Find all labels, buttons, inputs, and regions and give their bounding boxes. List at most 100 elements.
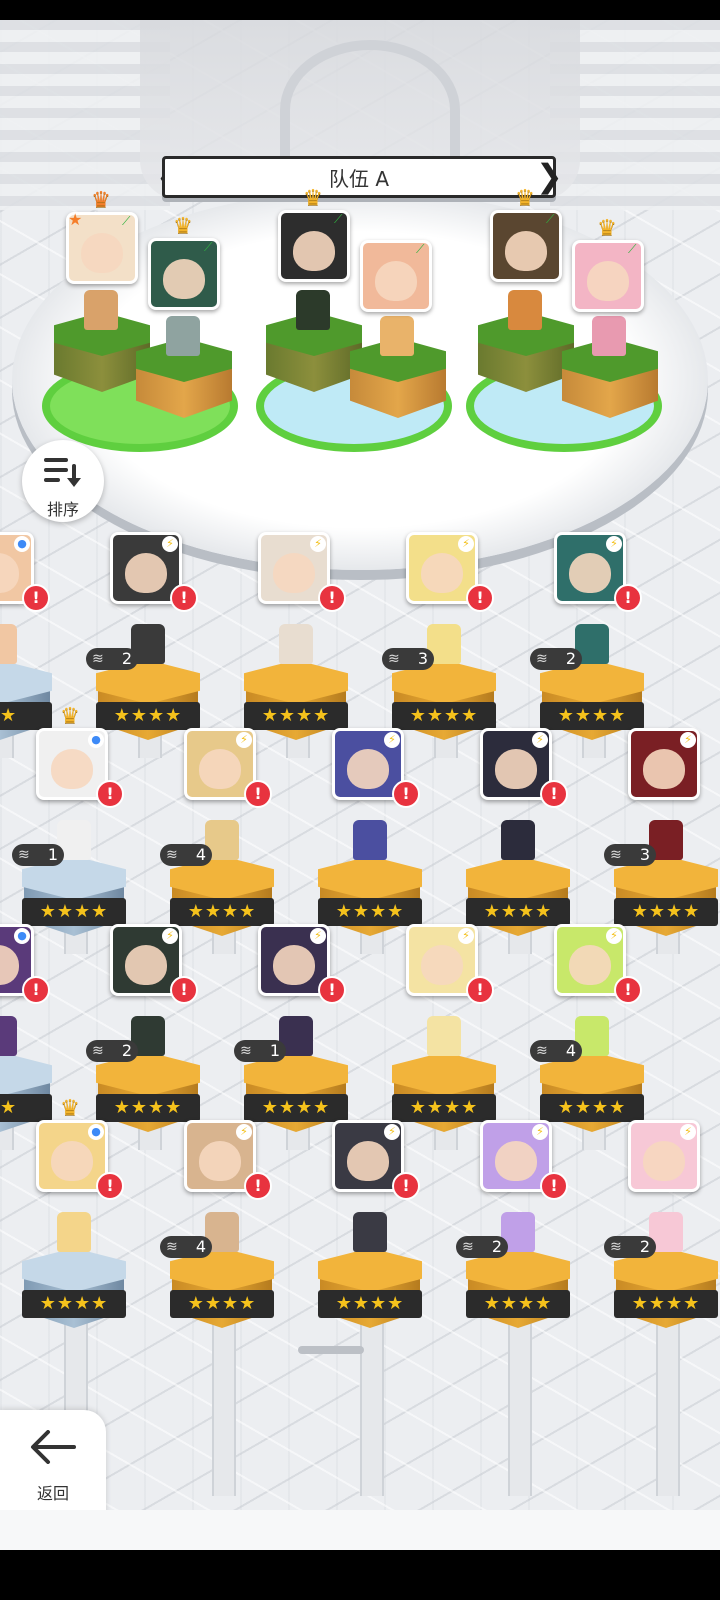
crown-icon: ♛ (173, 214, 193, 239)
pedestal-pillar (656, 1316, 680, 1496)
alert-badge: ! (318, 976, 346, 1004)
back-label: 返回 (36, 1484, 69, 1503)
transcend-count: 2 (530, 648, 582, 670)
transcend-count: 3 (604, 844, 656, 866)
transcend-count: 4 (160, 1236, 212, 1258)
leaf-element-icon: ⟋ (334, 212, 343, 226)
alert-badge: ! (244, 780, 272, 808)
transcend-count: 2 (456, 1236, 508, 1258)
team-formation-screen: ❮ 队伍 A ❯ ⟋♛★⟋♛⟋♛⟋⟋♛⟋♛ 排序 ●!★★⚡!2★★★★⚡!★★… (0, 20, 720, 1550)
crown-icon: ♛ (303, 186, 323, 211)
star-rating: ★★★★ (540, 702, 644, 730)
sort-button[interactable]: 排序 (22, 440, 104, 522)
pedestal-pillar (212, 1316, 236, 1496)
sort-label: 排序 (46, 500, 79, 519)
leader-star-icon: ★ (68, 210, 83, 229)
crown-icon: ♛ (60, 1096, 80, 1121)
hero-sprite[interactable] (296, 290, 330, 330)
leaf-element-icon: ⟋ (416, 242, 425, 256)
star-rating: ★★★★ (22, 1290, 126, 1318)
star-rating: ★★★★ (614, 1290, 718, 1318)
leaf-element-icon: ⟋ (204, 240, 213, 254)
hero-sprite[interactable] (166, 316, 200, 356)
bottom-bar (0, 1510, 720, 1550)
transcend-count: 2 (604, 1236, 656, 1258)
star-rating: ★★★★ (318, 1290, 422, 1318)
star-rating: ★★★★ (466, 898, 570, 926)
star-rating: ★★★★ (244, 1094, 348, 1122)
lightning-element-icon: ⚡ (532, 732, 548, 748)
star-rating: ★★ (0, 1094, 52, 1122)
transcend-count: 2 (86, 648, 138, 670)
hero-sprite[interactable] (501, 820, 535, 860)
lightning-element-icon: ⚡ (310, 928, 326, 944)
hero-sprite[interactable] (427, 1016, 461, 1056)
star-rating: ★★★★ (392, 702, 496, 730)
hero-sprite[interactable] (592, 316, 626, 356)
alert-badge: ! (614, 584, 642, 612)
hero-sprite[interactable] (353, 820, 387, 860)
transcend-count: 4 (530, 1040, 582, 1062)
star-rating: ★★★★ (96, 1094, 200, 1122)
hero-sprite[interactable] (380, 316, 414, 356)
alert-badge: ! (466, 976, 494, 1004)
alert-badge: ! (96, 1172, 124, 1200)
hero-sprite[interactable] (0, 624, 17, 664)
back-button[interactable]: 返回 (0, 1410, 106, 1516)
water-element-icon: ● (14, 928, 30, 944)
water-element-icon: ● (88, 1124, 104, 1140)
star-rating: ★★ (0, 702, 52, 730)
leaf-element-icon: ⟋ (628, 242, 637, 256)
lightning-element-icon: ⚡ (680, 1124, 696, 1140)
lightning-element-icon: ⚡ (384, 1124, 400, 1140)
transcend-count: 4 (160, 844, 212, 866)
lightning-element-icon: ⚡ (236, 732, 252, 748)
alert-badge: ! (170, 584, 198, 612)
hero-sprite[interactable] (508, 290, 542, 330)
alert-badge: ! (540, 780, 568, 808)
water-element-icon: ● (88, 732, 104, 748)
star-rating: ★★★★ (244, 702, 348, 730)
star-rating: ★★★★ (392, 1094, 496, 1122)
star-rating: ★★★★ (540, 1094, 644, 1122)
pedestal-pillar (508, 1316, 532, 1496)
alert-badge: ! (392, 1172, 420, 1200)
lightning-element-icon: ⚡ (162, 536, 178, 552)
hero-sprite[interactable] (57, 1212, 91, 1252)
alert-badge: ! (244, 1172, 272, 1200)
scroll-handle[interactable] (298, 1346, 364, 1354)
hero-sprite[interactable] (353, 1212, 387, 1252)
star-rating: ★★★★ (318, 898, 422, 926)
lightning-element-icon: ⚡ (458, 928, 474, 944)
alert-badge: ! (170, 976, 198, 1004)
water-element-icon: ● (14, 536, 30, 552)
hero-sprite[interactable] (279, 624, 313, 664)
transcend-count: 3 (382, 648, 434, 670)
lightning-element-icon: ⚡ (384, 732, 400, 748)
alert-badge: ! (466, 584, 494, 612)
alert-badge: ! (318, 584, 346, 612)
star-rating: ★★★★ (96, 702, 200, 730)
pedestal-pillar (360, 1316, 384, 1496)
team-name-banner[interactable]: 队伍 A (162, 156, 556, 198)
hero-sprite[interactable] (0, 1016, 17, 1056)
alert-badge: ! (540, 1172, 568, 1200)
star-rating: ★★★★ (466, 1290, 570, 1318)
star-rating: ★★★★ (614, 898, 718, 926)
alert-badge: ! (96, 780, 124, 808)
alert-badge: ! (22, 976, 50, 1004)
lightning-element-icon: ⚡ (162, 928, 178, 944)
crown-icon: ♛ (91, 188, 111, 213)
leaf-element-icon: ⟋ (122, 214, 131, 228)
crown-icon: ♛ (60, 704, 80, 729)
transcend-count: 1 (234, 1040, 286, 1062)
crown-icon: ♛ (515, 186, 535, 211)
alert-badge: ! (392, 780, 420, 808)
lightning-element-icon: ⚡ (606, 928, 622, 944)
alert-badge: ! (614, 976, 642, 1004)
team-name: 队伍 A (328, 166, 390, 191)
hero-sprite[interactable] (84, 290, 118, 330)
star-rating: ★★★★ (22, 898, 126, 926)
crown-icon: ♛ (597, 216, 617, 241)
lightning-element-icon: ⚡ (236, 1124, 252, 1140)
